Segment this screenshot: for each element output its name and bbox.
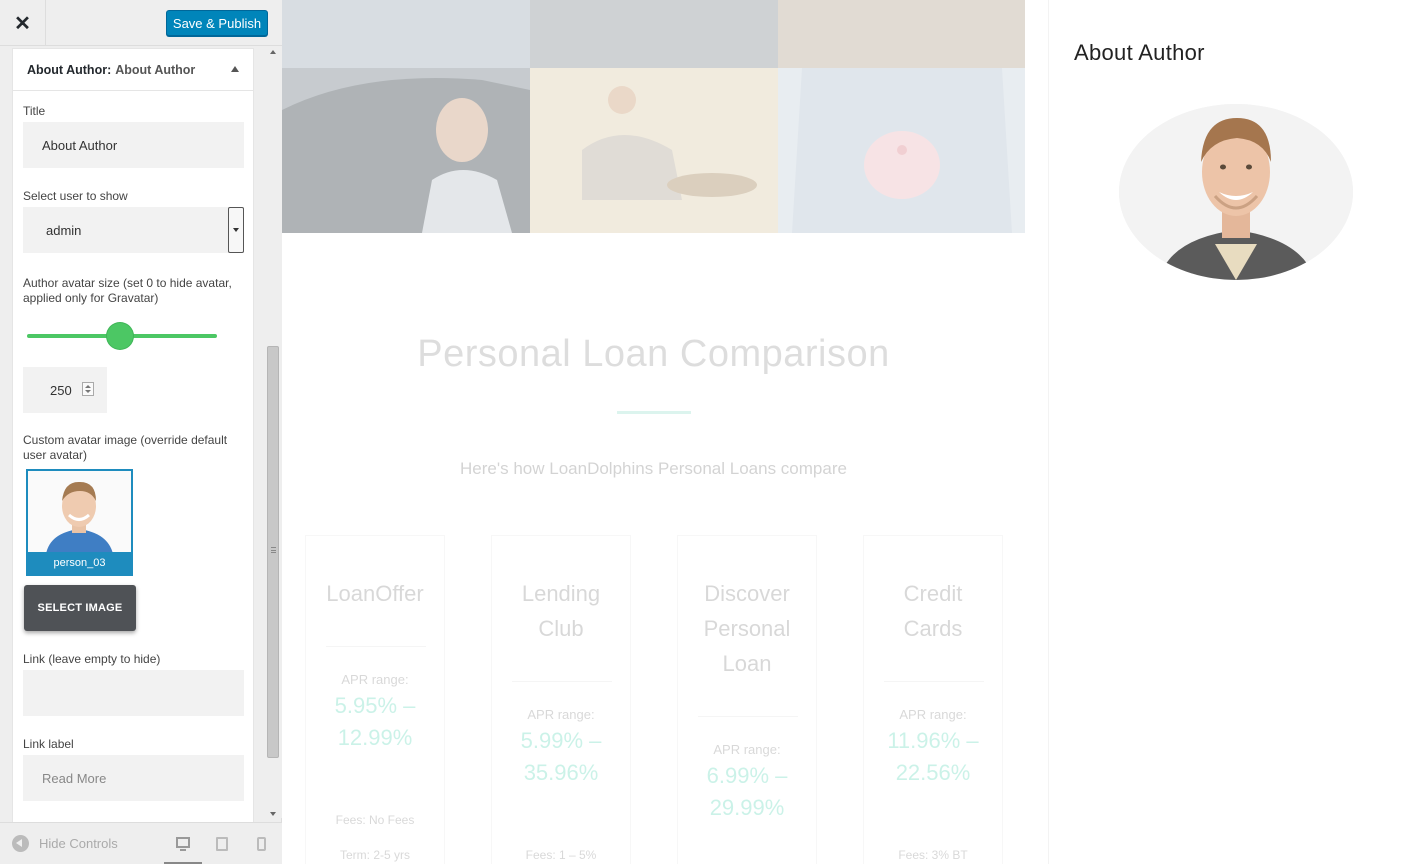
apr-value: 11.96% – 22.56% <box>887 728 979 785</box>
desktop-preview-button[interactable] <box>164 823 202 864</box>
user-select-value: admin <box>46 222 82 238</box>
loan-comparison-section: Personal Loan Comparison Here's how Loan… <box>282 233 1048 864</box>
loan-card[interactable]: Credit Cards APR range: 11.96% – 22.56% … <box>863 535 1003 864</box>
avatar-size-input[interactable]: 250 <box>23 367 107 413</box>
scroll-up-icon[interactable] <box>270 50 276 54</box>
hide-controls-button[interactable]: Hide Controls <box>12 835 118 852</box>
widget-header-prefix: About Author: <box>27 62 112 77</box>
custom-avatar-label: Custom avatar image (override default us… <box>23 433 228 462</box>
person-photo-icon <box>28 471 131 554</box>
tablet-preview-button[interactable] <box>203 823 241 864</box>
apr-label: APR range: <box>341 672 409 687</box>
title-label: Title <box>23 104 46 118</box>
close-icon[interactable]: ✕ <box>0 0 46 46</box>
hide-controls-label: Hide Controls <box>39 836 118 851</box>
card-fees: Fees: 3% BT <box>898 848 968 862</box>
number-spinner-icon[interactable] <box>82 382 94 396</box>
card-fees: Fees: 1 – 5% <box>525 848 597 862</box>
widget-panel: About Author: About Author Title Select … <box>12 48 254 828</box>
loan-card[interactable]: Lending Club APR range: 5.99% – 35.96% F… <box>491 535 631 864</box>
avatar-size-label: Author avatar size (set 0 to hide avatar… <box>23 276 232 305</box>
apr-label: APR range: <box>527 707 595 722</box>
card-divider <box>884 681 984 682</box>
widget-header[interactable]: About Author: About Author <box>13 49 253 91</box>
title-input[interactable] <box>23 122 244 168</box>
card-fees: Fees: No Fees <box>335 813 415 827</box>
hero-image-collage <box>282 0 1025 233</box>
customizer-header: ✕ Save & Publish <box>0 0 282 46</box>
link-text-input[interactable] <box>23 755 244 801</box>
customizer-sidebar: ✕ Save & Publish About Author: About Aut… <box>0 0 282 864</box>
loan-card-name: Credit Cards <box>903 581 963 641</box>
section-subtitle: Here's how LoanDolphins Personal Loans c… <box>460 459 847 478</box>
mobile-icon <box>256 837 266 851</box>
apr-value: 5.95% – 12.99% <box>334 693 416 750</box>
apr-value: 6.99% – 29.99% <box>706 763 788 820</box>
save-publish-button[interactable]: Save & Publish <box>166 10 268 36</box>
link-label: Link (leave empty to hide) <box>23 652 161 666</box>
card-divider <box>698 716 798 717</box>
mobile-preview-button[interactable] <box>242 823 280 864</box>
hero-photos-icon <box>282 0 1025 233</box>
panel-scrollbar[interactable] <box>265 46 282 818</box>
apr-value: 5.99% – 35.96% <box>520 728 602 785</box>
scroll-grip-icon <box>271 547 276 553</box>
card-divider <box>326 646 426 647</box>
link-input[interactable] <box>23 670 244 716</box>
user-select[interactable]: admin <box>23 207 244 253</box>
avatar-thumbnail[interactable]: person_03 <box>26 469 133 576</box>
apr-label: APR range: <box>899 707 967 722</box>
desktop-icon <box>176 837 190 851</box>
tablet-icon <box>216 837 228 851</box>
avatar-filename: person_03 <box>28 552 131 574</box>
loan-card[interactable]: Discover Personal Loan APR range: 6.99% … <box>677 535 817 864</box>
loan-card-name: Discover Personal Loan <box>703 581 791 676</box>
collapse-arrow-icon <box>12 835 29 852</box>
title-divider <box>617 411 691 414</box>
select-image-button[interactable]: SELECT IMAGE <box>24 585 136 631</box>
loan-card-name: LoanOffer <box>326 581 424 606</box>
dropdown-arrow-icon[interactable] <box>228 207 244 253</box>
avatar-size-slider-handle[interactable] <box>107 323 133 349</box>
avatar-size-value: 250 <box>50 382 72 398</box>
select-user-label: Select user to show <box>23 189 128 203</box>
apr-label: APR range: <box>713 742 781 757</box>
collapse-caret-icon[interactable] <box>231 66 239 72</box>
widget-title: About Author <box>1074 40 1205 65</box>
about-author-widget: About Author <box>1048 0 1419 864</box>
scroll-down-icon[interactable] <box>270 812 276 816</box>
scrollbar-thumb[interactable] <box>267 346 279 758</box>
site-preview: Personal Loan Comparison Here's how Loan… <box>282 0 1419 864</box>
section-title: Personal Loan Comparison <box>417 333 890 375</box>
widget-header-name: About Author <box>115 62 196 77</box>
customizer-footer: Hide Controls <box>0 822 282 864</box>
author-avatar <box>1119 104 1353 280</box>
card-term: Term: 2-5 yrs <box>339 848 410 862</box>
author-photo-icon <box>1119 104 1353 280</box>
link-text-label: Link label <box>23 737 74 751</box>
card-divider <box>512 681 612 682</box>
loan-card-name: Lending Club <box>521 581 601 641</box>
loan-card[interactable]: LoanOffer APR range: 5.95% – 12.99% Fees… <box>305 535 445 864</box>
